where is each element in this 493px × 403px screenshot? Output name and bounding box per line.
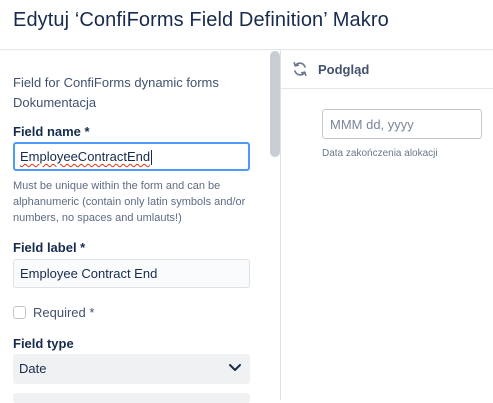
- text-caret: [151, 150, 153, 166]
- preview-header: Podgląd: [281, 50, 493, 89]
- field-type-value: Date: [19, 361, 47, 376]
- date-placeholder: MMM dd, yyyy: [330, 117, 414, 132]
- preview-pane: Podgląd MMM dd, yyyy Data zakończenia al…: [281, 50, 493, 400]
- field-label-input[interactable]: Employee Contract End: [13, 259, 250, 288]
- dialog-header: Edytuj ‘ConfiForms Field Definition’ Mak…: [0, 0, 493, 50]
- field-label-value: Employee Contract End: [20, 266, 158, 281]
- preview-date-input[interactable]: MMM dd, yyyy: [322, 109, 482, 139]
- field-type-label: Field type: [13, 336, 74, 351]
- chevron-down-icon: [229, 364, 241, 371]
- field-name-value: EmployeeContractEnd: [20, 149, 151, 164]
- macro-description: Field for ConfiForms dynamic forms: [13, 75, 219, 90]
- field-name-label: Field name *: [13, 124, 90, 139]
- next-field-partial: [13, 393, 250, 403]
- field-label-label: Field label *: [13, 240, 86, 255]
- field-type-select[interactable]: Date: [13, 354, 250, 384]
- preview-label: Podgląd: [318, 62, 370, 77]
- required-checkbox[interactable]: [13, 306, 26, 319]
- preview-field-caption: Data zakończenia alokacji: [322, 148, 438, 159]
- documentation-link[interactable]: Dokumentacja: [13, 95, 96, 110]
- form-scrollbar[interactable]: [270, 51, 280, 157]
- required-label[interactable]: Required *: [33, 305, 94, 320]
- field-name-help: Must be unique within the form and can b…: [13, 180, 246, 224]
- refresh-icon[interactable]: [292, 61, 308, 77]
- field-name-input[interactable]: EmployeeContractEnd: [13, 142, 250, 171]
- dialog-title: Edytuj ‘ConfiForms Field Definition’ Mak…: [13, 9, 389, 31]
